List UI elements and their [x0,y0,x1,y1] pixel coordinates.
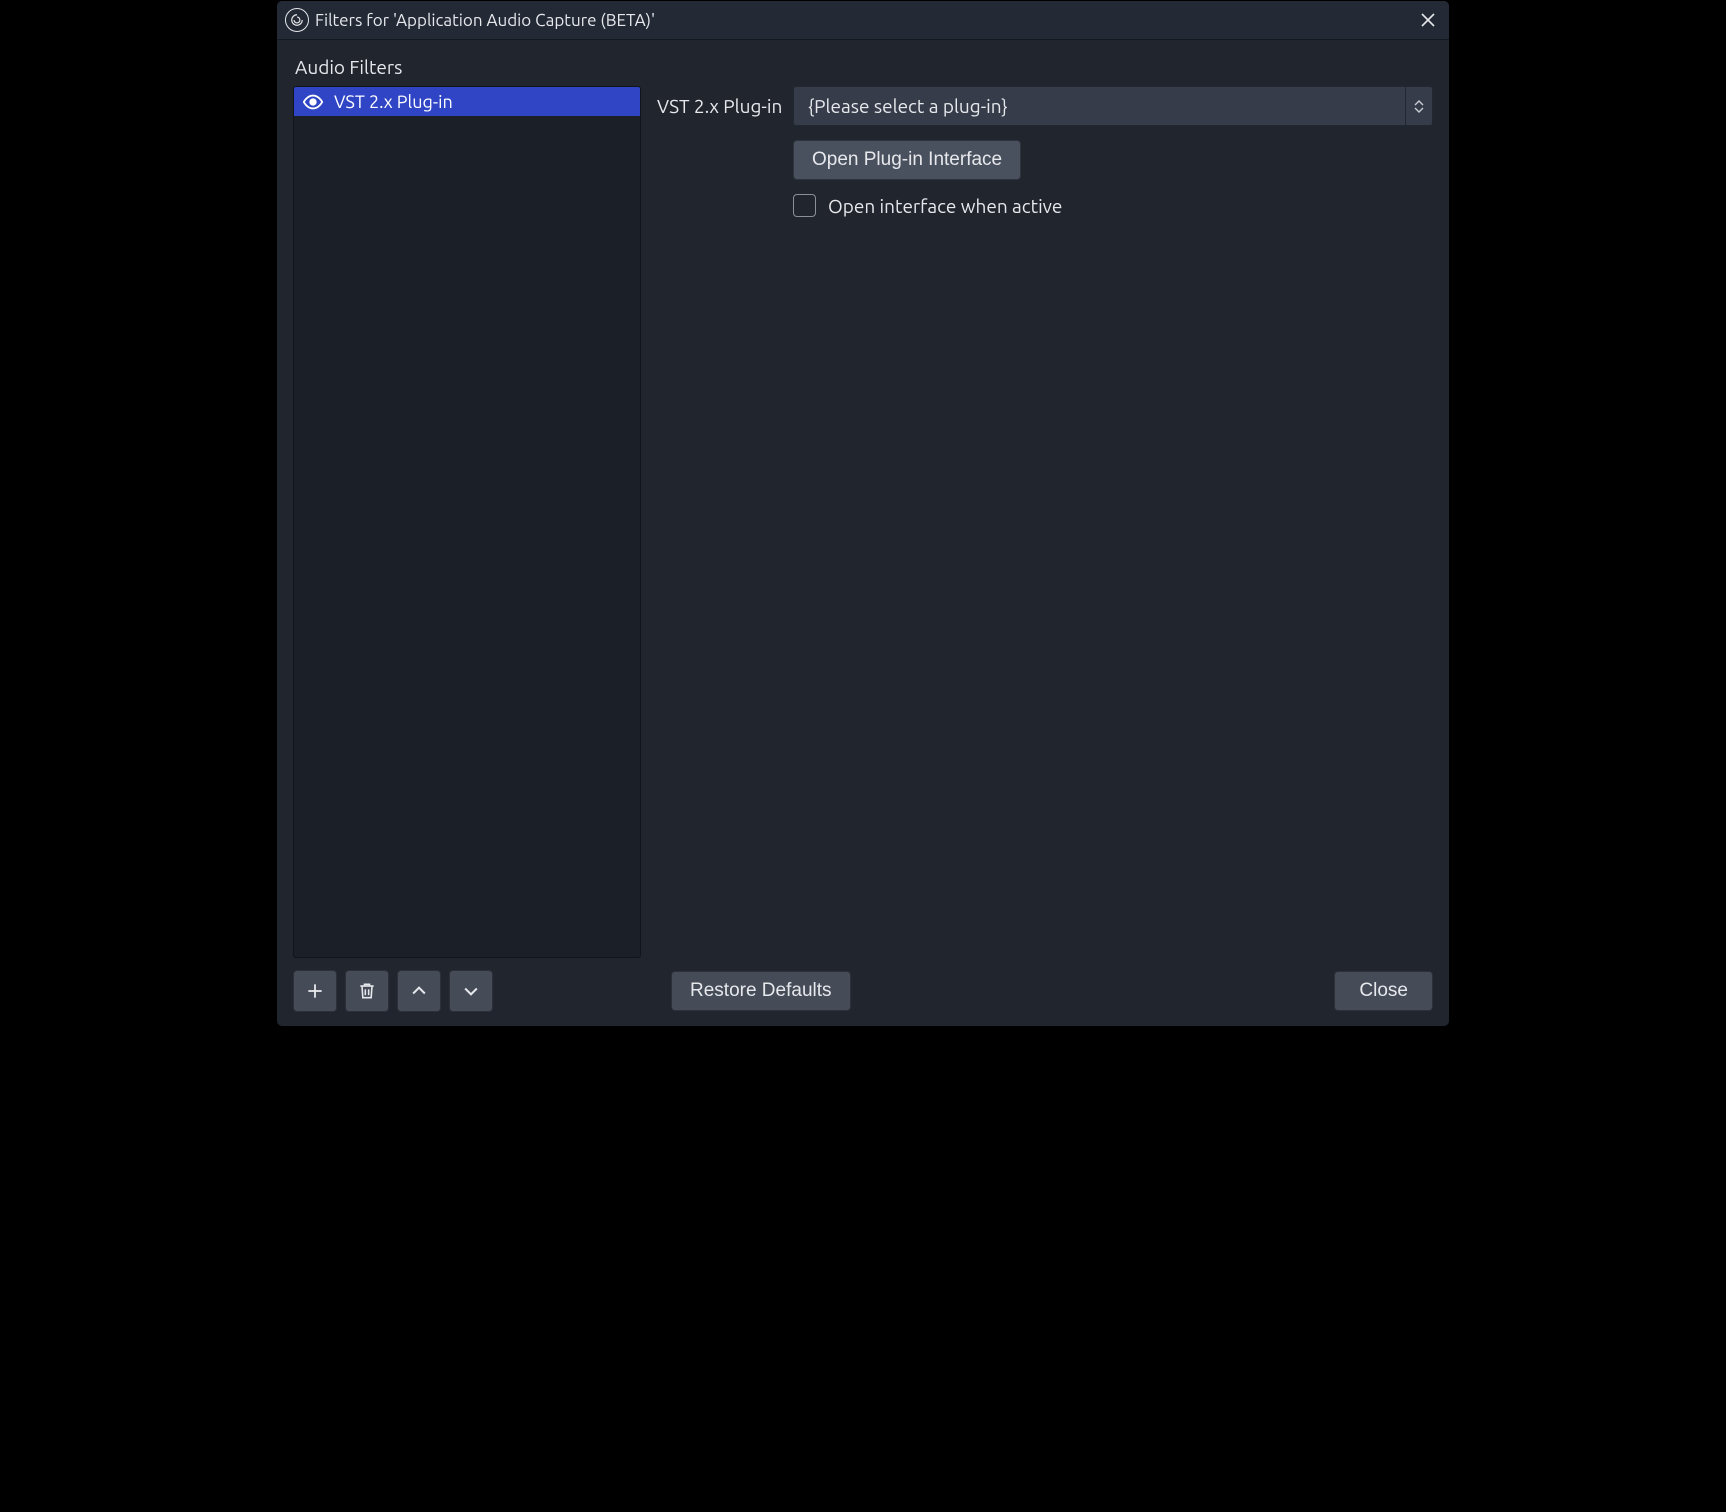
move-filter-up-button[interactable] [397,970,441,1012]
plugin-select-value[interactable]: {Please select a plug-in} [793,86,1405,126]
open-when-active-row: Open interface when active [793,194,1433,217]
filter-list[interactable]: VST 2.x Plug-in [293,86,641,958]
dialog-footer: Restore Defaults Close [293,970,1433,1012]
filters-dialog: Filters for 'Application Audio Capture (… [276,0,1450,1027]
main-area: VST 2.x Plug-in VST 2.x Plug-in {Please … [293,86,1433,958]
filter-properties-panel: VST 2.x Plug-in {Please select a plug-in… [657,86,1433,958]
close-icon[interactable] [1415,7,1441,33]
visibility-eye-icon[interactable] [302,91,324,113]
move-filter-down-button[interactable] [449,970,493,1012]
open-when-active-label: Open interface when active [828,195,1062,217]
audio-filters-label: Audio Filters [295,56,1433,78]
window-title: Filters for 'Application Audio Capture (… [315,11,1409,30]
plugin-select-stepper[interactable] [1405,86,1433,126]
plugin-select-row: VST 2.x Plug-in {Please select a plug-in… [657,86,1433,126]
titlebar: Filters for 'Application Audio Capture (… [277,1,1449,40]
add-filter-button[interactable] [293,970,337,1012]
plugin-select[interactable]: {Please select a plug-in} [793,86,1433,126]
obs-logo-icon [285,8,309,32]
plugin-select-label: VST 2.x Plug-in [657,95,783,117]
filter-item-label: VST 2.x Plug-in [334,92,453,112]
open-plugin-interface-button[interactable]: Open Plug-in Interface [793,140,1021,180]
restore-defaults-button[interactable]: Restore Defaults [671,971,851,1011]
delete-filter-button[interactable] [345,970,389,1012]
close-button[interactable]: Close [1334,971,1433,1011]
filter-list-item[interactable]: VST 2.x Plug-in [294,87,640,116]
open-interface-row: Open Plug-in Interface [793,140,1433,180]
dialog-content: Audio Filters VST 2.x Plug-in VST 2.x Pl… [277,40,1449,1026]
open-when-active-checkbox[interactable] [793,194,816,217]
